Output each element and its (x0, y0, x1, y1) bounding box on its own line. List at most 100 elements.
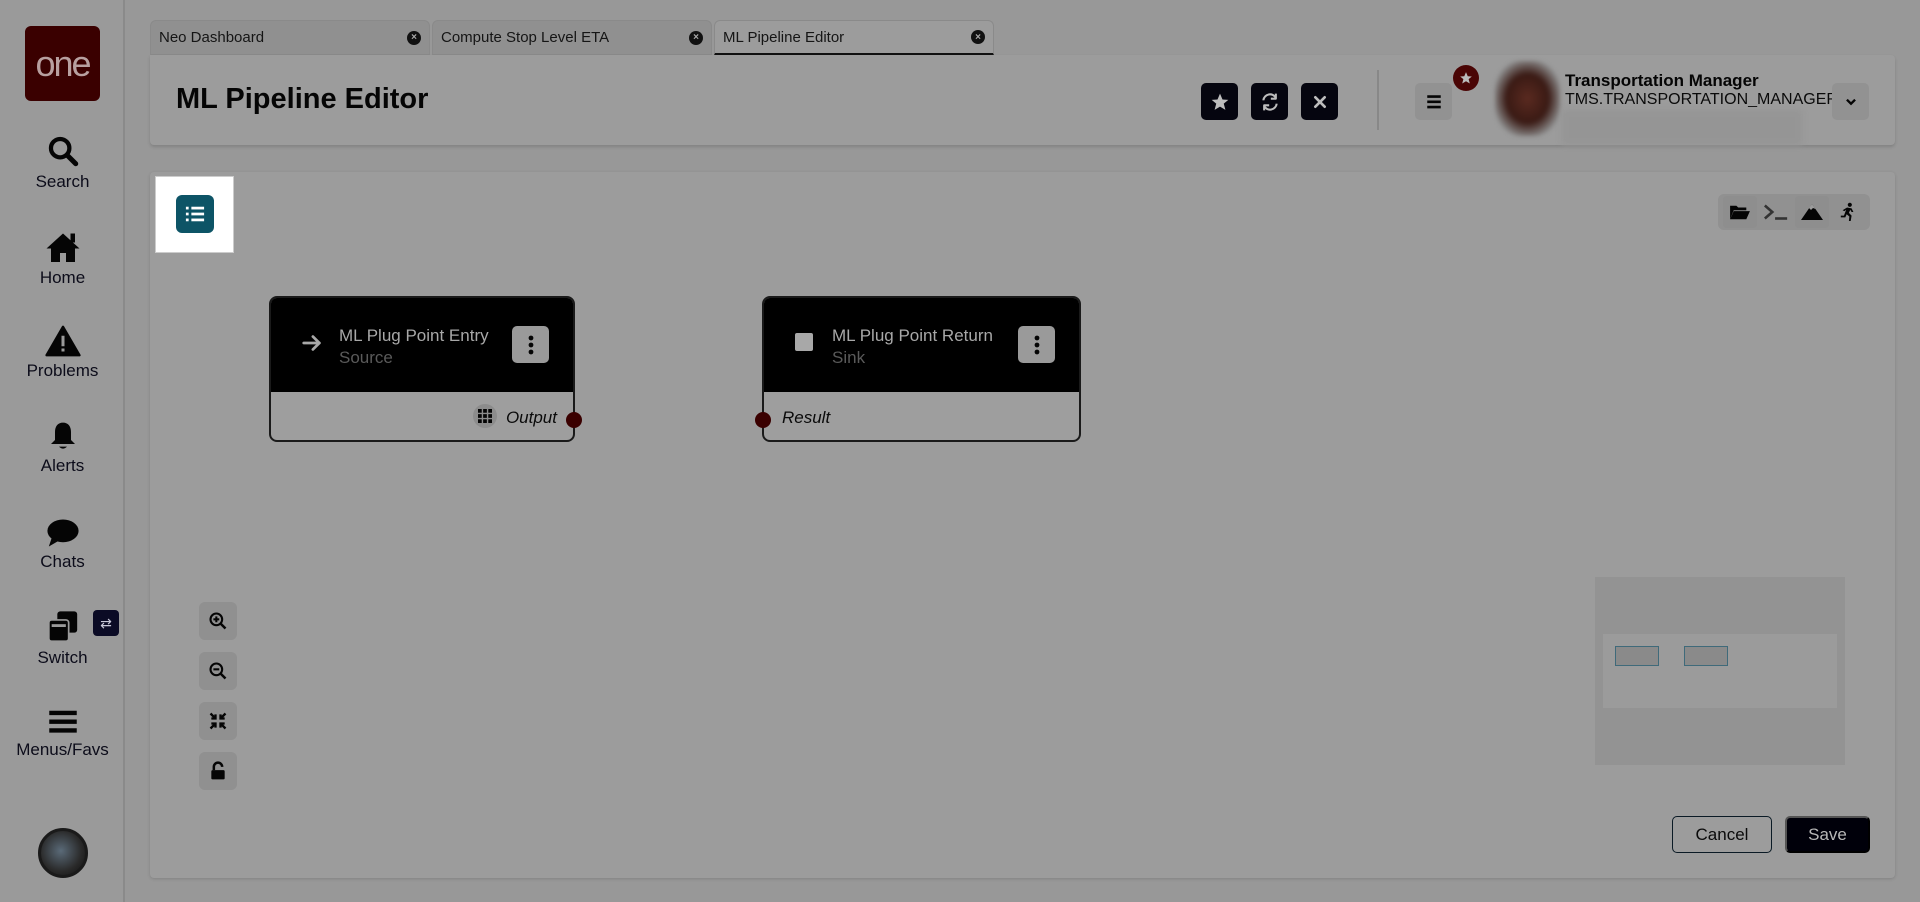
node-header: ML Plug Point Return Sink (764, 298, 1079, 392)
nav-alerts[interactable]: Alerts (0, 420, 125, 476)
favorites-badge[interactable] (1453, 65, 1479, 91)
unlock-button[interactable] (199, 752, 237, 790)
user-role: TMS.TRANSPORTATION_MANAGER (1565, 91, 1838, 108)
chevron-down-icon (1845, 98, 1856, 105)
tab-label: ML Pipeline Editor (723, 28, 845, 46)
tab-bar: Neo Dashboard × Compute Stop Level ETA ×… (150, 20, 996, 55)
user-avatar[interactable] (1495, 61, 1560, 136)
zoom-in-button[interactable] (199, 602, 237, 640)
input-port[interactable] (755, 412, 771, 428)
nav-search[interactable]: Search (0, 134, 125, 192)
folder-open-icon (1730, 205, 1750, 220)
close-icon[interactable]: × (971, 30, 985, 44)
bell-icon (50, 422, 75, 449)
more-vertical-icon (1034, 335, 1039, 354)
pipeline-canvas[interactable]: ML Plug Point Entry Source Output ML Plu… (150, 172, 1895, 878)
minimap-node (1615, 646, 1659, 666)
user-name: Transportation Manager (1565, 71, 1759, 90)
nav-menus-favs[interactable]: Menus/Favs (0, 708, 125, 760)
list-toggle-container (155, 176, 234, 253)
refresh-button[interactable] (1251, 83, 1288, 120)
port-label: Result (782, 408, 831, 427)
refresh-icon (1261, 92, 1278, 111)
close-page-button[interactable] (1301, 83, 1338, 120)
nav-label: Menus/Favs (16, 740, 109, 759)
sidebar: one Search Home Problems Alerts Chats Sw… (0, 0, 125, 902)
nav-label: Switch (37, 648, 88, 667)
node-title: ML Plug Point Entry (339, 326, 489, 345)
nav-problems[interactable]: Problems (0, 325, 125, 381)
divider (1377, 70, 1379, 130)
port-label: Output (505, 408, 557, 427)
terminal-icon (1764, 204, 1788, 220)
output-port[interactable] (566, 412, 582, 428)
tab-ml-pipeline-editor[interactable]: ML Pipeline Editor × (714, 20, 994, 55)
canvas-toolbar (1718, 194, 1870, 230)
nav-label: Home (39, 268, 86, 287)
pipeline-node-source[interactable]: ML Plug Point Entry Source Output (269, 296, 582, 442)
nav-label: Alerts (40, 456, 85, 475)
user-dropdown-button[interactable] (1832, 83, 1869, 120)
switch-icon (47, 611, 77, 643)
nav-label: Search (35, 172, 90, 191)
chat-icon (46, 519, 79, 547)
switch-badge[interactable]: ⇄ (93, 610, 119, 636)
close-icon[interactable]: × (689, 30, 703, 45)
console-button[interactable] (1759, 196, 1793, 228)
nav-label: Problems (26, 361, 99, 380)
node-title: ML Plug Point Return (832, 326, 993, 345)
minimap-node (1684, 646, 1728, 666)
minimap[interactable] (1595, 577, 1845, 765)
save-button[interactable]: Save (1785, 816, 1870, 853)
tab-label: Compute Stop Level ETA (441, 29, 610, 46)
node-header: ML Plug Point Entry Source (271, 298, 573, 392)
page-title: ML Pipeline Editor (176, 83, 429, 115)
node-menu-button[interactable] (512, 326, 549, 363)
zoom-in-icon (209, 612, 227, 630)
node-subtitle: Source (339, 348, 393, 367)
node-subtitle: Sink (832, 348, 866, 367)
hamburger-icon (1426, 94, 1441, 108)
more-vertical-icon (528, 335, 533, 354)
cancel-button[interactable]: Cancel (1672, 816, 1772, 853)
star-icon (1460, 72, 1472, 84)
mountain-icon (1801, 204, 1823, 220)
assistant-avatar[interactable] (38, 828, 88, 878)
nav-label: Chats (40, 552, 85, 571)
node-menu-button[interactable] (1018, 326, 1055, 363)
star-icon (1211, 93, 1228, 110)
nav-chats[interactable]: Chats (0, 518, 125, 572)
tab-compute-stop-level-eta[interactable]: Compute Stop Level ETA × (432, 20, 712, 55)
close-icon (1313, 95, 1326, 108)
zoom-out-icon (209, 662, 227, 680)
swap-icon: ⇄ (100, 614, 112, 631)
menu-button[interactable] (1415, 83, 1452, 120)
favorite-button[interactable] (1201, 83, 1238, 120)
open-folder-button[interactable] (1723, 196, 1757, 228)
minimap-viewport[interactable] (1603, 634, 1837, 708)
pipeline-node-sink[interactable]: ML Plug Point Return Sink Result (755, 296, 1081, 442)
arrow-right-icon (302, 335, 321, 351)
zoom-out-button[interactable] (199, 652, 237, 690)
page-header: ML Pipeline Editor Transportation Manage… (150, 55, 1895, 145)
search-icon (48, 136, 78, 167)
tab-neo-dashboard[interactable]: Neo Dashboard × (150, 20, 430, 55)
tab-label: Neo Dashboard (159, 29, 265, 46)
list-icon (185, 206, 205, 222)
run-button[interactable] (1831, 196, 1865, 228)
logo-text: one (35, 42, 91, 84)
list-toggle-button[interactable] (176, 195, 214, 233)
fit-view-button[interactable] (199, 702, 237, 740)
home-icon (46, 233, 79, 262)
user-details-redacted (1562, 110, 1802, 145)
warning-icon (44, 325, 81, 357)
close-icon[interactable]: × (407, 30, 421, 45)
app-logo[interactable]: one (25, 26, 100, 101)
unlock-icon (211, 761, 225, 780)
running-icon (1840, 202, 1854, 221)
grid-icon[interactable] (473, 404, 497, 428)
nav-home[interactable]: Home (0, 230, 125, 288)
square-icon (795, 333, 813, 351)
hamburger-icon (48, 710, 77, 733)
mountain-button[interactable] (1795, 196, 1829, 228)
